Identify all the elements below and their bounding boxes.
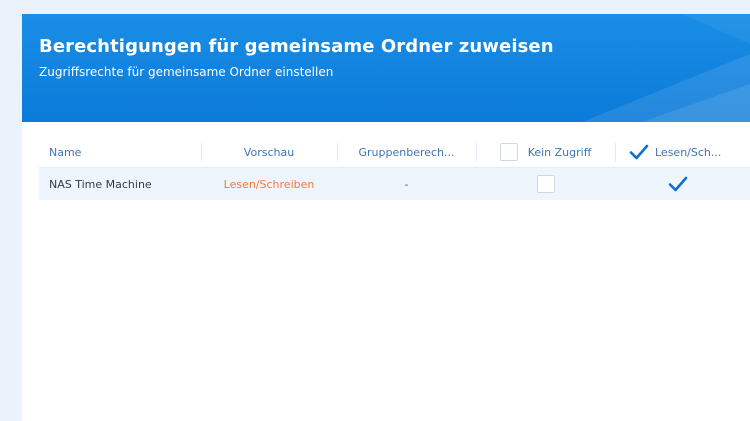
permissions-grid: Name Vorschau Gruppenberech... Kein Zugr…	[39, 137, 750, 200]
row-no-access-cell	[476, 168, 615, 200]
check-icon[interactable]	[629, 143, 649, 161]
grid-header: Name Vorschau Gruppenberech... Kein Zugr…	[39, 137, 750, 168]
column-header-preview[interactable]: Vorschau	[201, 137, 337, 167]
read-write-header-label: Lesen/Sch...	[655, 145, 722, 159]
table-row[interactable]: NAS Time Machine Lesen/Schreiben -	[39, 168, 750, 200]
dialog-title: Berechtigungen für gemeinsame Ordner zuw…	[39, 36, 554, 57]
permissions-dialog: Berechtigungen für gemeinsame Ordner zuw…	[22, 14, 750, 421]
no-access-header-checkbox[interactable]	[499, 143, 518, 161]
column-header-read-write[interactable]: Lesen/Sch...	[615, 137, 750, 167]
check-icon[interactable]	[668, 175, 688, 193]
row-name-cell: NAS Time Machine	[49, 177, 152, 191]
no-access-checkbox[interactable]	[536, 175, 555, 193]
column-header-name[interactable]: Name	[39, 137, 201, 167]
column-header-group-permissions[interactable]: Gruppenberech...	[337, 137, 476, 167]
dialog-subtitle: Zugriffsrechte für gemeinsame Ordner ein…	[39, 65, 334, 79]
row-read-write-cell	[615, 168, 750, 200]
column-header-no-access[interactable]: Kein Zugriff	[476, 137, 615, 167]
row-preview-cell: Lesen/Schreiben	[223, 177, 315, 191]
dialog-header: Berechtigungen für gemeinsame Ordner zuw…	[22, 14, 750, 122]
no-access-header-label: Kein Zugriff	[527, 145, 592, 159]
row-group-permissions-cell: -	[404, 177, 409, 191]
